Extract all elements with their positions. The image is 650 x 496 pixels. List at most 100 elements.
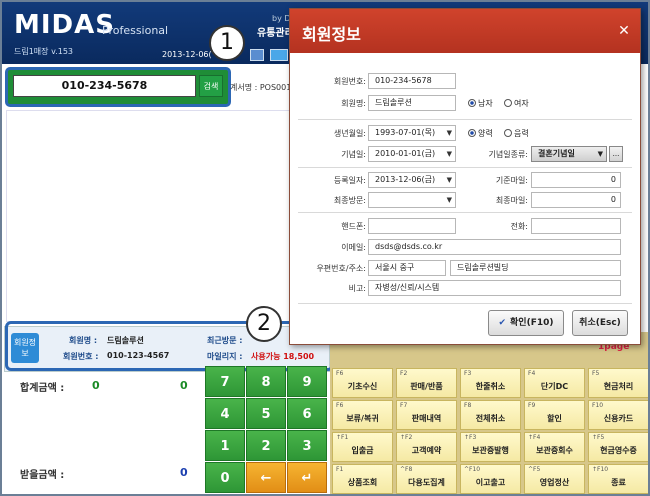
lunar-radio[interactable]: 음력 xyxy=(504,128,529,139)
member-info-dialog: 회원정보 ✕ 회원번호: 010-234-5678 회원명: 드림솔루션 남자 … xyxy=(289,8,641,345)
enter-key[interactable]: ↵ xyxy=(287,462,327,493)
address-line1-field[interactable]: 서울시 중구 xyxy=(368,260,446,276)
confirm-button[interactable]: ✔ 확인(F10) xyxy=(488,310,564,336)
pos-window: MIDAS Professional 드림1매장 v.153 2013-12-0… xyxy=(0,0,650,496)
function-key-grid: F6 기초수신 F2 판매/반품 F3 한줄취소 F4 단기DC F5 현금처리 F6 보류… xyxy=(330,332,648,494)
callout-badge-2: 2 xyxy=(246,306,282,342)
email-label: 이메일: xyxy=(341,243,366,252)
anniversary-type-label: 기념일종류: xyxy=(488,150,529,159)
key-0[interactable]: 0 xyxy=(205,462,245,493)
key-8[interactable]: 8 xyxy=(246,366,286,397)
fkey-multi-summary[interactable]: ^F8 다용도집계 xyxy=(396,464,457,494)
register-date-picker[interactable]: 2013-12-06(금) xyxy=(368,172,456,188)
fkey-label: 종료 xyxy=(611,478,626,487)
last-visit-picker[interactable] xyxy=(368,192,456,208)
confirm-label: 확인(F10) xyxy=(510,318,554,328)
keyboard-icon[interactable] xyxy=(270,49,288,61)
fkey-basic-receive[interactable]: F6 기초수신 xyxy=(332,368,393,398)
fkey-label: 이고출고 xyxy=(475,478,506,487)
more-button[interactable]: ... xyxy=(609,146,623,162)
base-mileage-label: 기준마일: xyxy=(495,176,528,185)
gender-male-label: 남자 xyxy=(478,99,493,108)
member-no-label: 회원번호: xyxy=(333,77,366,86)
fkey-code: F1 xyxy=(336,466,344,473)
fkey-label: 입출금 xyxy=(351,446,374,455)
address-line2-field[interactable]: 드림솔루션빌딩 xyxy=(450,260,621,276)
divider xyxy=(298,303,632,304)
last-mileage-field[interactable]: 0 xyxy=(531,192,621,208)
monitor-icon[interactable] xyxy=(250,49,264,61)
gender-male-radio[interactable]: 남자 xyxy=(468,98,493,109)
address-label: 우편번호/주소: xyxy=(316,264,366,273)
lunar-label: 음력 xyxy=(514,129,529,138)
fkey-hold[interactable]: F6 보류/복귀 xyxy=(332,400,393,430)
fkey-discount[interactable]: F9 할인 xyxy=(524,400,585,430)
key-9[interactable]: 9 xyxy=(287,366,327,397)
anniversary-type-select[interactable]: 결혼기념일 xyxy=(531,146,607,162)
fkey-code: ^F8 xyxy=(400,466,413,473)
fkey-code: ↑F5 xyxy=(592,434,605,441)
key-7[interactable]: 7 xyxy=(205,366,245,397)
fkey-line-cancel[interactable]: F3 한줄취소 xyxy=(460,368,521,398)
fkey-issue-voucher[interactable]: ↑F3 보관증발행 xyxy=(460,432,521,462)
phone-field[interactable] xyxy=(531,218,621,234)
fkey-sales-history[interactable]: F7 판매내역 xyxy=(396,400,457,430)
fkey-label: 고객예약 xyxy=(411,446,442,455)
callout-box-1 xyxy=(5,67,231,107)
fkey-reservation[interactable]: ↑F2 고객예약 xyxy=(396,432,457,462)
fkey-sale-return[interactable]: F2 판매/반품 xyxy=(396,368,457,398)
fkey-code: F10 xyxy=(592,402,604,409)
fkey-unit-dc[interactable]: F4 단기DC xyxy=(524,368,585,398)
fkey-collect-voucher[interactable]: ↑F4 보관증회수 xyxy=(524,432,585,462)
birth-date-picker[interactable]: 1993-07-01(목) xyxy=(368,125,456,141)
fkey-exit[interactable]: ↑F10 종료 xyxy=(588,464,648,494)
fkey-product-lookup[interactable]: F1 상품조회 xyxy=(332,464,393,494)
fkey-code: ↑F4 xyxy=(528,434,541,441)
fkey-code: ↑F3 xyxy=(464,434,477,441)
divider xyxy=(298,212,632,213)
close-icon[interactable]: ✕ xyxy=(616,23,632,39)
store-version: 드림1매장 v.153 xyxy=(14,47,73,56)
callout-badge-1: 1 xyxy=(209,25,245,61)
fkey-cash-receipt[interactable]: ↑F5 현금영수증 xyxy=(588,432,648,462)
gender-female-label: 여자 xyxy=(514,99,529,108)
last-mileage-label: 최종마일: xyxy=(495,196,528,205)
mobile-field[interactable] xyxy=(368,218,456,234)
key-3[interactable]: 3 xyxy=(287,430,327,461)
fkey-code: F3 xyxy=(464,370,472,377)
member-name-field[interactable]: 드림솔루션 xyxy=(368,95,456,111)
base-mileage-field[interactable]: 0 xyxy=(531,172,621,188)
key-2[interactable]: 2 xyxy=(246,430,286,461)
fkey-business-settlement[interactable]: ^F5 영업정산 xyxy=(524,464,585,494)
gender-female-radio[interactable]: 여자 xyxy=(504,98,529,109)
solar-radio[interactable]: 양력 xyxy=(468,128,493,139)
fkey-cash-in-out[interactable]: ↑F1 입출금 xyxy=(332,432,393,462)
register-label: 계서명 : POS001 xyxy=(230,83,292,92)
fkey-label: 보류/복귀 xyxy=(346,414,379,423)
fkey-cancel-all[interactable]: F8 전체취소 xyxy=(460,400,521,430)
fkey-credit-card[interactable]: F10 신용카드 xyxy=(588,400,648,430)
fkey-code: F8 xyxy=(464,402,472,409)
key-6[interactable]: 6 xyxy=(287,398,327,429)
dialog-title: 회원정보 xyxy=(302,25,361,44)
fkey-label: 판매내역 xyxy=(411,414,442,423)
fkey-cash[interactable]: F5 현금처리 xyxy=(588,368,648,398)
cancel-button[interactable]: 취소(Esc) xyxy=(572,310,628,336)
fkey-code: F4 xyxy=(528,370,536,377)
fkey-transfer-out[interactable]: ^F10 이고출고 xyxy=(460,464,521,494)
fkey-code: F7 xyxy=(400,402,408,409)
total-amount-a: 0 xyxy=(92,379,100,392)
member-no-field[interactable]: 010-234-5678 xyxy=(368,73,456,89)
email-field[interactable]: dsds@dsds.co.kr xyxy=(368,239,621,255)
fkey-label: 전체취소 xyxy=(475,414,506,423)
received-amount-value: 0 xyxy=(180,466,188,479)
key-1[interactable]: 1 xyxy=(205,430,245,461)
backspace-key[interactable]: ← xyxy=(246,462,286,493)
key-5[interactable]: 5 xyxy=(246,398,286,429)
total-amount-label: 합계금액 : xyxy=(20,383,65,394)
memo-field[interactable]: 자병성/신뢰/시스템 xyxy=(368,280,621,296)
anniversary-date-picker[interactable]: 2010-01-01(금) xyxy=(368,146,456,162)
fkey-label: 현금처리 xyxy=(603,382,634,391)
key-4[interactable]: 4 xyxy=(205,398,245,429)
divider xyxy=(298,119,632,120)
